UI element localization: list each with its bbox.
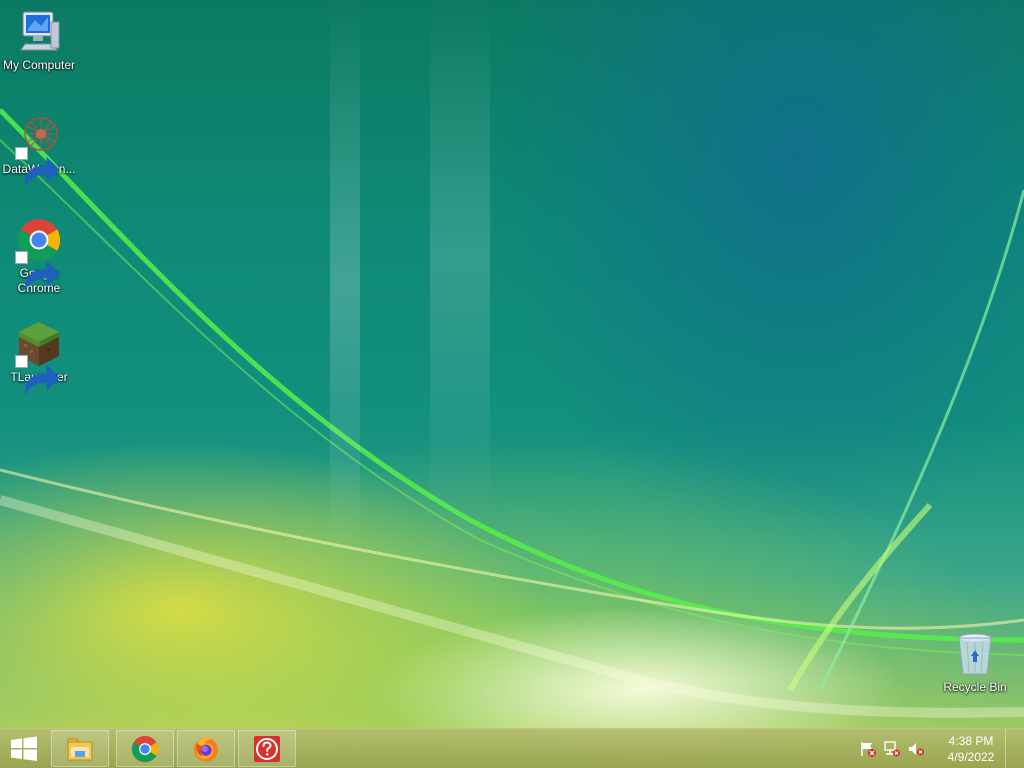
windows-logo-icon [11,736,37,761]
desktop-icon-recycle-bin[interactable]: Recycle Bin [936,630,1014,695]
shortcut-arrow-icon [15,355,60,396]
minecraft-block-icon [15,320,63,396]
volume-muted-icon[interactable] [907,740,925,758]
file-explorer-icon [67,738,93,760]
desktop-icon-tlauncher[interactable]: TLauncher [0,320,78,396]
system-tray: 4:38 PM 4/9/2022 [853,729,1024,768]
wallpaper-streaks [0,0,1024,718]
desktop-icon-label: Recycle Bin [943,680,1007,694]
action-center-flag-icon[interactable] [859,740,877,758]
show-desktop-button[interactable] [1005,729,1014,768]
taskbar-button-chrome[interactable] [116,730,174,767]
taskbar-button-help[interactable] [238,730,296,767]
datawagon-icon [15,112,63,188]
taskbar-button-file-explorer[interactable] [51,730,109,767]
start-button[interactable] [0,729,48,768]
desktop[interactable]: My Computer DataWagon... [0,0,1024,768]
desktop-icon-label: My Computer [2,58,76,72]
help-icon [254,735,280,762]
desktop-icon-datawagon[interactable]: DataWagon... [0,112,78,188]
firefox-icon [194,737,218,761]
network-icon[interactable] [883,740,901,758]
desktop-icon-my-computer[interactable]: My Computer [0,8,78,73]
shortcut-arrow-icon [15,147,60,188]
recycle-bin-icon [951,630,999,678]
taskbar-button-firefox[interactable] [177,730,235,767]
computer-icon [15,8,63,56]
clock-date: 4/9/2022 [947,749,995,764]
desktop-icon-google-chrome[interactable]: Google Chrome [0,216,78,296]
chrome-icon [15,216,63,292]
chrome-icon [131,735,159,762]
taskbar-clock[interactable]: 4:38 PM 4/9/2022 [941,733,1001,765]
clock-time: 4:38 PM [948,733,994,748]
taskbar: 4:38 PM 4/9/2022 [0,728,1024,768]
shortcut-arrow-icon [15,251,60,292]
